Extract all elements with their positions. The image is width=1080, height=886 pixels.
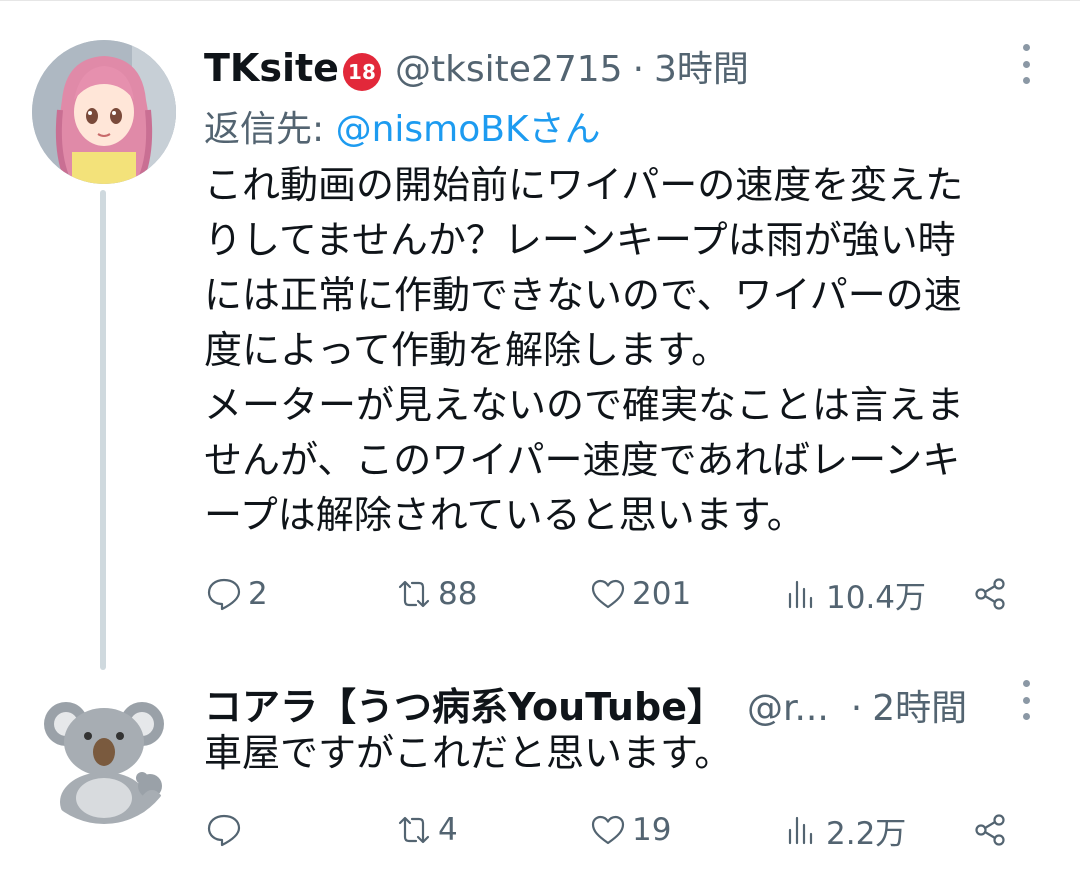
share-icon	[975, 578, 1005, 610]
reply-count: 2	[248, 576, 268, 612]
tweet-text: 車屋ですがこれだと思います。	[204, 731, 733, 775]
thread-connector-line	[100, 190, 106, 670]
share-button[interactable]	[970, 808, 1010, 852]
tweet-text-line: ープは解除されていると思います。	[204, 493, 805, 537]
reply-button[interactable]	[204, 808, 248, 852]
author-name[interactable]: コアラ【うつ病系YouTube】	[204, 676, 725, 731]
adult-18-badge-icon: 18	[342, 53, 381, 91]
timestamp[interactable]: 3時間	[654, 40, 749, 92]
separator-dot: ·	[850, 688, 863, 729]
tweet-text-line: りしてませんか？レーンキープは雨が強い時	[204, 218, 956, 262]
anime-girl-avatar-image	[32, 40, 176, 184]
like-button[interactable]: 19	[588, 808, 671, 852]
tweet[interactable]: TKsite 18 @tksite2715 · 3時間 返信先: @nismoB…	[0, 0, 1080, 670]
koala-avatar-image	[32, 680, 176, 824]
reply-to-label: 返信先:	[204, 109, 336, 150]
like-count: 201	[632, 576, 692, 612]
tweet-text-line: これ動画の開始前にワイパーの速度を変えた	[204, 163, 964, 207]
heart-icon	[591, 815, 625, 845]
heart-icon	[591, 579, 625, 609]
share-button[interactable]	[970, 572, 1010, 616]
views-button[interactable]: 2.2万	[782, 808, 906, 852]
tweet-text-line: には正常に作動できないので、ワイパーの速	[204, 273, 962, 317]
views-button[interactable]: 10.4万	[782, 572, 926, 616]
reply-button[interactable]: 2	[204, 572, 268, 616]
tweet-header: コアラ【うつ病系YouTube】 @r... · 2時間	[204, 676, 967, 732]
more-vertical-icon[interactable]	[1020, 44, 1032, 84]
reply-to-line: 返信先: @nismoBKさん	[204, 100, 601, 152]
views-icon	[788, 816, 813, 845]
retweet-icon	[398, 580, 430, 608]
more-vertical-icon[interactable]	[1020, 680, 1032, 720]
timestamp[interactable]: 2時間	[872, 679, 967, 731]
action-bar: 4 19 2.2万	[204, 808, 1024, 852]
retweet-button[interactable]: 88	[394, 572, 477, 616]
tweet[interactable]: コアラ【うつ病系YouTube】 @r... · 2時間 車屋ですがこれだと思い…	[0, 660, 1080, 886]
views-count: 10.4万	[826, 579, 927, 616]
reply-icon	[207, 814, 241, 847]
views-count: 2.2万	[826, 815, 907, 852]
avatar[interactable]	[32, 40, 176, 184]
tweet-text-line: 度によって作動を解除します。	[204, 328, 730, 372]
retweet-icon	[398, 816, 430, 844]
like-button[interactable]: 201	[588, 572, 691, 616]
like-count: 19	[632, 812, 672, 848]
author-name[interactable]: TKsite	[204, 46, 339, 90]
views-icon	[788, 580, 813, 609]
tweet-text-line: せんが、このワイパー速度であればレーンキ	[204, 438, 961, 482]
author-handle[interactable]: @tksite2715	[395, 49, 623, 90]
avatar[interactable]	[32, 680, 176, 824]
share-icon	[975, 814, 1005, 846]
reply-icon	[207, 578, 241, 611]
retweet-count: 88	[438, 576, 478, 612]
retweet-button[interactable]: 4	[394, 808, 458, 852]
separator-dot: ·	[632, 49, 645, 90]
tweet-text-line: メーターが見えないので確実なことは言えま	[204, 383, 965, 427]
retweet-count: 4	[438, 812, 458, 848]
author-handle[interactable]: @r...	[747, 688, 829, 729]
reply-to-mention[interactable]: @nismoBKさん	[336, 109, 601, 150]
action-bar: 2 88 201 10.4万	[204, 572, 1024, 616]
tweet-text: これ動画の開始前にワイパーの速度を変えた りしてませんか？レーンキープは雨が強い…	[204, 158, 1054, 543]
tweet-header: TKsite 18 @tksite2715 · 3時間	[204, 40, 749, 96]
